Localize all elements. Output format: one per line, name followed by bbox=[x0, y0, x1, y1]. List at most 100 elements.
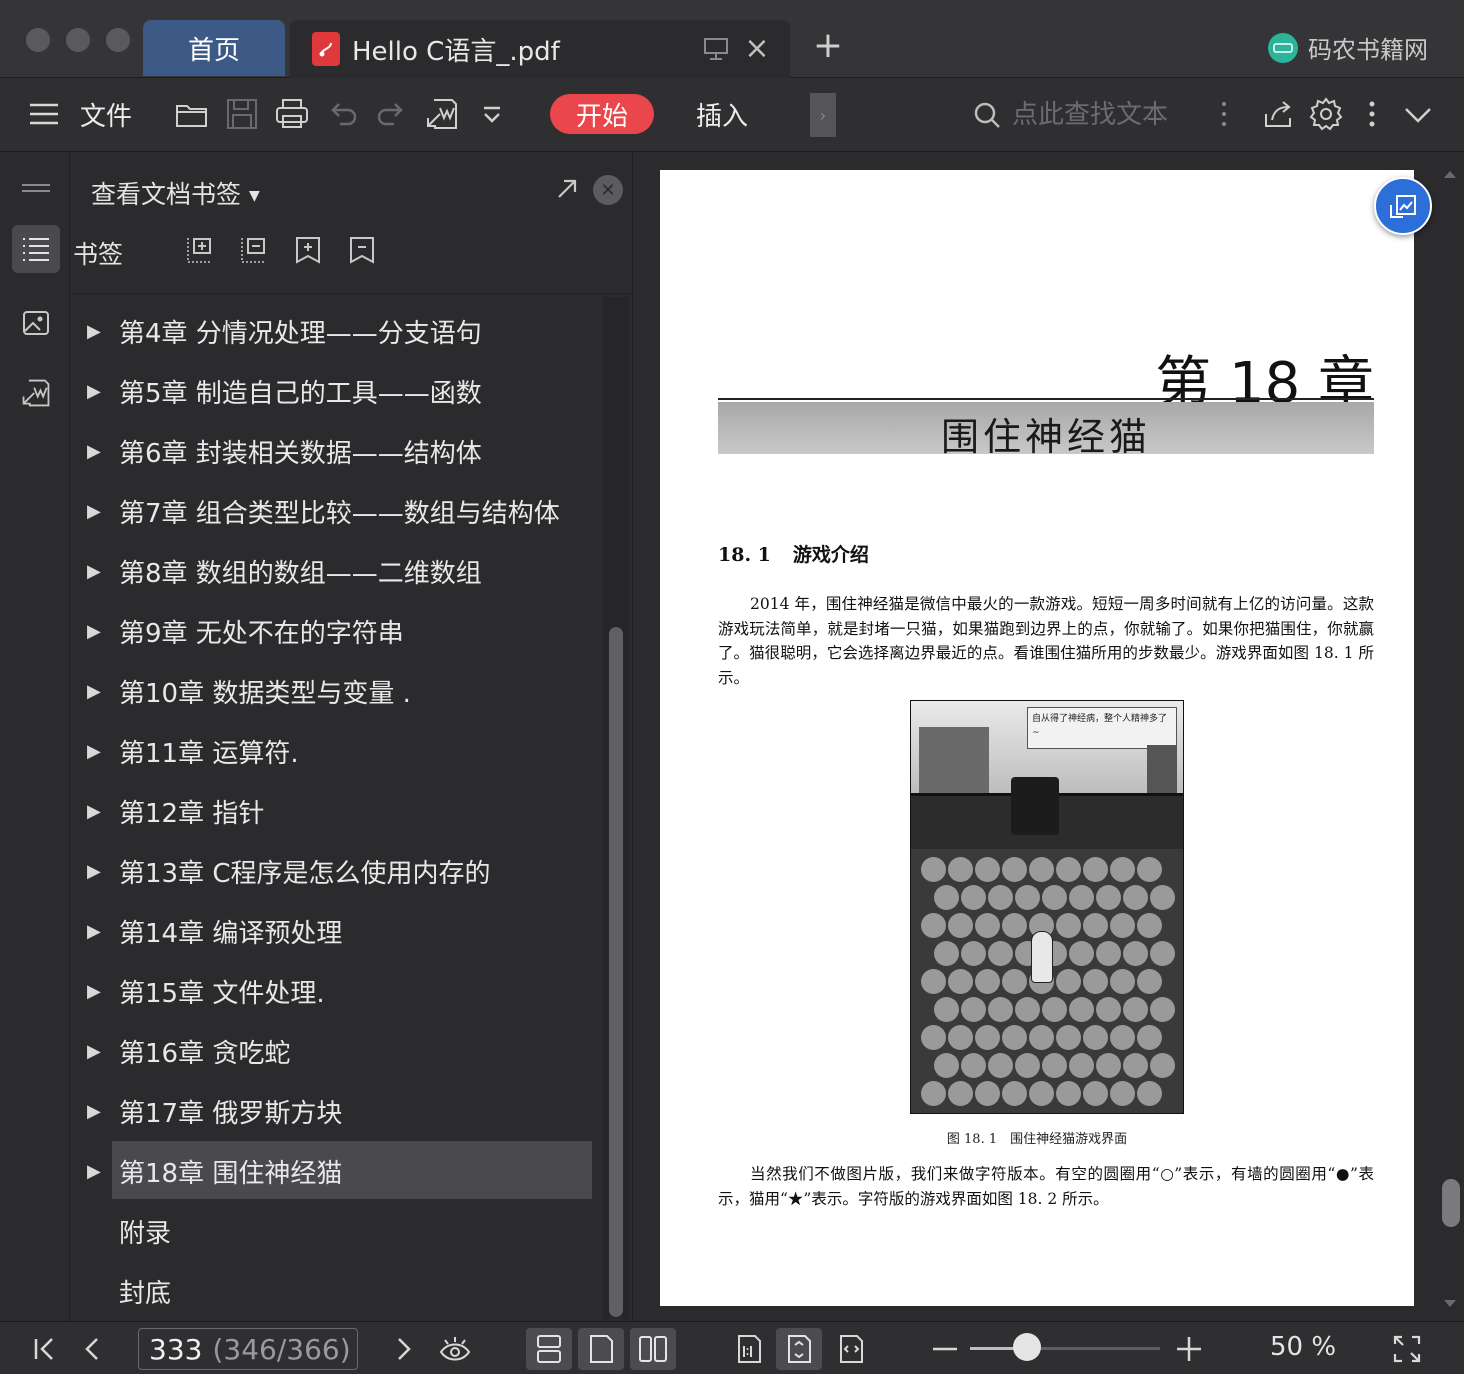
panel-scrollbar-thumb[interactable] bbox=[609, 627, 623, 1317]
bookmark-item[interactable]: ▶ 第7章 组合类型比较——数组与结构体 bbox=[71, 481, 603, 541]
expand-triangle-icon[interactable]: ▶ bbox=[87, 621, 101, 642]
monitor-icon[interactable] bbox=[702, 36, 730, 62]
bookmark-item[interactable]: 附录 bbox=[71, 1201, 603, 1261]
export-panel-icon[interactable] bbox=[12, 369, 60, 417]
more-tabs-arrow-icon[interactable]: › bbox=[810, 93, 836, 137]
first-page-icon[interactable] bbox=[28, 1332, 62, 1366]
vertical-dots-icon[interactable] bbox=[1206, 96, 1242, 132]
bookmark-item[interactable]: ▶ 第18章 围住神经猫 bbox=[71, 1141, 603, 1201]
bookmark-item[interactable]: ▶ 第9章 无处不在的字符串 bbox=[71, 601, 603, 661]
figure-circle bbox=[1002, 1025, 1027, 1050]
window-minimize-button[interactable] bbox=[66, 28, 90, 52]
bookmark-item[interactable]: ▶ 第8章 数组的数组——二维数组 bbox=[71, 541, 603, 601]
panel-close-icon[interactable]: ✕ bbox=[593, 175, 623, 205]
tab-document[interactable]: Hello C语言_.pdf × bbox=[290, 20, 790, 78]
thumbnails-image-icon[interactable] bbox=[12, 299, 60, 347]
expand-all-icon[interactable] bbox=[185, 235, 215, 265]
expand-triangle-icon[interactable]: ▶ bbox=[87, 561, 101, 582]
bookmark-item[interactable]: ▶ 第10章 数据类型与变量 . bbox=[71, 661, 603, 721]
open-folder-icon[interactable] bbox=[174, 96, 210, 132]
expand-triangle-icon[interactable]: ▶ bbox=[87, 1161, 101, 1182]
bookmark-item-label: 第7章 组合类型比较——数组与结构体 bbox=[119, 498, 560, 529]
expand-triangle-icon[interactable]: ▶ bbox=[87, 921, 101, 942]
expand-triangle-icon[interactable]: ▶ bbox=[87, 321, 101, 342]
print-icon[interactable] bbox=[274, 96, 310, 132]
expand-triangle-icon[interactable]: ▶ bbox=[87, 1101, 101, 1122]
expand-triangle-icon[interactable]: ▶ bbox=[87, 801, 101, 822]
zoom-slider[interactable] bbox=[970, 1347, 1160, 1350]
tab-home[interactable]: 首页 bbox=[143, 20, 285, 76]
bookmark-item[interactable]: 封底 bbox=[71, 1261, 603, 1321]
undo-icon[interactable] bbox=[324, 96, 360, 132]
tab-start[interactable]: 开始 bbox=[550, 94, 654, 134]
bookmark-item[interactable]: ▶ 第13章 C程序是怎么使用内存的 bbox=[71, 841, 603, 901]
new-tab-button[interactable]: + bbox=[810, 26, 846, 66]
window-close-button[interactable] bbox=[26, 28, 50, 52]
floating-export-button[interactable] bbox=[1374, 177, 1432, 235]
two-page-view-button[interactable] bbox=[630, 1328, 676, 1370]
hamburger-menu-icon[interactable] bbox=[26, 96, 62, 132]
search-input[interactable] bbox=[1012, 100, 1192, 130]
zoom-level[interactable]: 50 % bbox=[1270, 1332, 1336, 1362]
bookmark-item-label: 第17章 俄罗斯方块 bbox=[119, 1098, 343, 1129]
add-bookmark-icon[interactable] bbox=[293, 235, 323, 265]
chevron-down-icon[interactable] bbox=[1400, 96, 1436, 132]
figure-trash-bin bbox=[1011, 777, 1059, 835]
scroll-down-arrow-icon[interactable] bbox=[1442, 1295, 1458, 1307]
single-page-view-button[interactable] bbox=[578, 1328, 624, 1370]
scroll-up-arrow-icon[interactable] bbox=[1442, 165, 1458, 178]
tab-insert[interactable]: 插入 bbox=[680, 96, 764, 136]
file-menu[interactable]: 文件 bbox=[80, 96, 132, 133]
continuous-view-button[interactable] bbox=[526, 1328, 572, 1370]
pop-out-arrow-icon[interactable] bbox=[555, 177, 579, 201]
expand-triangle-icon[interactable]: ▶ bbox=[87, 1041, 101, 1062]
zoom-in-icon[interactable] bbox=[1172, 1332, 1206, 1366]
bookmark-panel-title[interactable]: 查看文档书签 ▼ bbox=[91, 175, 260, 211]
fullscreen-icon[interactable] bbox=[1390, 1332, 1424, 1366]
bookmarks-list-icon[interactable] bbox=[12, 225, 60, 273]
bookmark-item[interactable]: ▶ 第15章 文件处理. bbox=[71, 961, 603, 1021]
bookmark-item[interactable]: ▶ 第16章 贪吃蛇 bbox=[71, 1021, 603, 1081]
expand-triangle-icon[interactable]: ▶ bbox=[87, 681, 101, 702]
pdf-file-icon bbox=[312, 32, 340, 66]
figure-circle bbox=[1069, 1053, 1094, 1078]
document-scrollbar-thumb[interactable] bbox=[1442, 1179, 1460, 1227]
figure-circle bbox=[1110, 1081, 1135, 1106]
bookmark-item-label: 第9章 无处不在的字符串 bbox=[119, 618, 404, 649]
eye-reading-mode-icon[interactable] bbox=[438, 1332, 472, 1366]
window-zoom-button[interactable] bbox=[106, 28, 130, 52]
expand-triangle-icon[interactable]: ▶ bbox=[87, 441, 101, 462]
bookmark-item[interactable]: ▶ 第4章 分情况处理——分支语句 bbox=[71, 301, 603, 361]
fit-width-button[interactable] bbox=[828, 1328, 874, 1370]
expand-triangle-icon[interactable]: ▶ bbox=[87, 981, 101, 1002]
bookmark-item[interactable]: ▶ 第5章 制造自己的工具——函数 bbox=[71, 361, 603, 421]
remove-bookmark-icon[interactable] bbox=[347, 235, 377, 265]
collapse-all-icon[interactable] bbox=[239, 235, 269, 265]
search-box[interactable] bbox=[972, 96, 1192, 134]
expand-triangle-icon[interactable]: ▶ bbox=[87, 501, 101, 522]
share-icon[interactable] bbox=[1260, 96, 1296, 132]
tab-close-icon[interactable]: × bbox=[742, 34, 772, 64]
bookmark-item[interactable]: ▶ 第11章 运算符. bbox=[71, 721, 603, 781]
settings-gear-icon[interactable] bbox=[1308, 96, 1344, 132]
zoom-slider-knob[interactable] bbox=[1013, 1333, 1041, 1361]
more-vertical-icon[interactable] bbox=[1354, 96, 1390, 132]
bookmark-item[interactable]: ▶ 第12章 指针 bbox=[71, 781, 603, 841]
bookmark-item[interactable]: ▶ 第14章 编译预处理 bbox=[71, 901, 603, 961]
zoom-out-icon[interactable] bbox=[928, 1332, 962, 1366]
export-document-icon[interactable] bbox=[424, 96, 460, 132]
collapse-panel-icon[interactable] bbox=[12, 165, 60, 213]
more-dropdown-icon[interactable] bbox=[474, 96, 510, 132]
fit-page-button[interactable] bbox=[776, 1328, 822, 1370]
bookmark-item[interactable]: ▶ 第6章 封装相关数据——结构体 bbox=[71, 421, 603, 481]
expand-triangle-icon[interactable]: ▶ bbox=[87, 741, 101, 762]
page-number-field[interactable]: 333 (346/366) bbox=[138, 1328, 358, 1370]
next-page-icon[interactable] bbox=[386, 1332, 420, 1366]
expand-triangle-icon[interactable]: ▶ bbox=[87, 861, 101, 882]
expand-triangle-icon[interactable]: ▶ bbox=[87, 381, 101, 402]
actual-size-button[interactable] bbox=[726, 1328, 772, 1370]
redo-icon[interactable] bbox=[374, 96, 410, 132]
save-icon[interactable] bbox=[224, 96, 260, 132]
previous-page-icon[interactable] bbox=[76, 1332, 110, 1366]
bookmark-item[interactable]: ▶ 第17章 俄罗斯方块 bbox=[71, 1081, 603, 1141]
